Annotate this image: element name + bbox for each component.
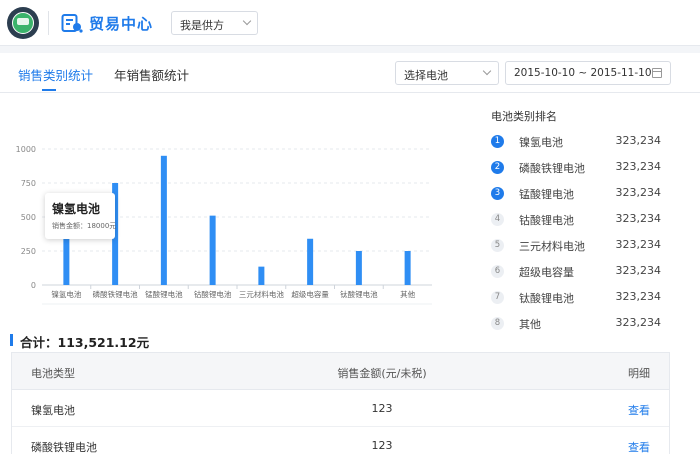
view-detail-link[interactable]: 查看 (628, 402, 650, 418)
x-tick-label: 超级电容量 (291, 289, 329, 299)
table-row: 磷酸铁锂电池 123 查看 (12, 427, 669, 454)
ranking-number: 4 (491, 213, 504, 226)
ranking-value: 323,234 (615, 316, 662, 329)
y-tick-label: 500 (21, 213, 36, 222)
tooltip-title: 镍氢电池 (52, 202, 101, 216)
tab-bar: 销售类别统计 年销售额统计 选择电池 2015-10-10 ~ 2015-11-… (0, 53, 700, 93)
role-select[interactable]: 我是供方 (171, 11, 258, 35)
ranking-item: 5 三元材料电池 323,234 (491, 237, 671, 257)
tab-annual-sales[interactable]: 年销售额统计 (114, 65, 189, 84)
x-tick-label: 三元材料电池 (239, 289, 284, 299)
trade-center-icon (61, 14, 83, 33)
chevron-down-icon (242, 16, 252, 26)
ranking-item: 2 磷酸铁锂电池 323,234 (491, 159, 671, 179)
y-tick-label: 1000 (16, 145, 36, 154)
x-tick-label: 钛酸锂电池 (340, 289, 378, 299)
row-battery-type: 磷酸铁锂电池 (31, 441, 97, 454)
battery-select[interactable]: 选择电池 (395, 61, 499, 85)
ranking-value: 323,234 (615, 160, 662, 173)
tab-sales-category[interactable]: 销售类别统计 (18, 65, 93, 84)
role-select-value: 我是供方 (180, 19, 224, 32)
ranking-number: 2 (491, 161, 504, 174)
total-accent-bar (10, 334, 13, 346)
ranking-name: 钴酸锂电池 (519, 214, 574, 227)
chart-bar (160, 155, 167, 285)
ranking-item: 1 镍氢电池 323,234 (491, 133, 671, 153)
app-title: 贸易中心 (89, 15, 154, 33)
date-range-picker[interactable]: 2015-10-10 ~ 2015-11-10 (505, 61, 671, 85)
ranking-number: 7 (491, 291, 504, 304)
x-tick-label: 钴酸锂电池 (194, 289, 232, 299)
ranking-value: 323,234 (615, 186, 662, 199)
ranking-value: 323,234 (615, 134, 662, 147)
ranking-value: 323,234 (615, 212, 662, 225)
x-tick-label: 镍氢电池 (51, 289, 81, 299)
table-row: 镍氢电池 123 查看 (12, 390, 669, 427)
chart-bar (307, 238, 314, 285)
x-tick-label: 其他 (400, 289, 415, 299)
ranking-item: 6 超级电容量 323,234 (491, 263, 671, 283)
chart-bar (209, 215, 216, 285)
chart-bar (355, 251, 362, 285)
date-range-value: 2015-10-10 ~ 2015-11-10 (514, 67, 652, 79)
chevron-down-icon (482, 66, 492, 76)
table-header: 电池类型 销售金额(元/未税) 明细 (12, 353, 669, 390)
ranking-number: 1 (491, 135, 504, 148)
sales-table: 电池类型 销售金额(元/未税) 明细 镍氢电池 123 查看 磷酸铁锂电池 12… (11, 352, 670, 454)
ranking-number: 8 (491, 317, 504, 330)
total-amount: 合计：113,521.12元 (20, 335, 150, 350)
header-divider (48, 11, 49, 35)
x-tick-label: 锰酸锂电池 (145, 289, 183, 299)
ranking-name: 其他 (519, 318, 541, 331)
tooltip-detail: 销售金额：18000元 (52, 222, 117, 230)
ranking-value: 323,234 (615, 238, 662, 251)
ranking-value: 323,234 (615, 264, 662, 277)
ranking-name: 超级电容量 (519, 266, 574, 279)
battery-select-value: 选择电池 (404, 69, 448, 82)
y-tick-label: 750 (21, 179, 36, 188)
ranking-name: 锰酸锂电池 (519, 188, 574, 201)
ranking-item: 7 钛酸锂电池 323,234 (491, 289, 671, 309)
x-tick-label: 磷酸铁锂电池 (93, 289, 138, 299)
chart-tooltip: 镍氢电池 销售金额：18000元 (45, 193, 117, 239)
chart-bar (404, 251, 411, 285)
ranking-number: 5 (491, 239, 504, 252)
ranking-name: 镍氢电池 (519, 136, 563, 149)
calendar-icon (652, 68, 662, 78)
ranking-item: 8 其他 323,234 (491, 315, 671, 335)
chart-bar (258, 266, 265, 285)
header-battery-type: 电池类型 (31, 367, 75, 380)
ranking-item: 3 锰酸锂电池 323,234 (491, 185, 671, 205)
y-tick-label: 0 (31, 281, 36, 290)
ranking-value: 323,234 (615, 290, 662, 303)
header-detail: 明细 (628, 367, 650, 380)
header-sales-amount: 销售金额(元/未税) (337, 367, 427, 380)
ranking-name: 钛酸锂电池 (519, 292, 574, 305)
ranking-title: 电池类别排名 (491, 110, 557, 123)
ranking-name: 磷酸铁锂电池 (519, 162, 585, 175)
row-battery-type: 镍氢电池 (31, 404, 75, 417)
content-panel: 销售类别统计 年销售额统计 选择电池 2015-10-10 ~ 2015-11-… (0, 53, 700, 454)
active-tab-indicator (42, 89, 56, 91)
ranking-number: 6 (491, 265, 504, 278)
ranking-name: 三元材料电池 (519, 240, 585, 253)
company-logo[interactable] (7, 7, 39, 39)
ranking-number: 3 (491, 187, 504, 200)
view-detail-link[interactable]: 查看 (628, 439, 650, 454)
row-sales-amount: 123 (371, 402, 393, 415)
row-sales-amount: 123 (371, 439, 393, 452)
top-header: 贸易中心 我是供方 (0, 0, 700, 46)
ranking-item: 4 钴酸锂电池 323,234 (491, 211, 671, 231)
y-tick-label: 250 (21, 247, 36, 256)
